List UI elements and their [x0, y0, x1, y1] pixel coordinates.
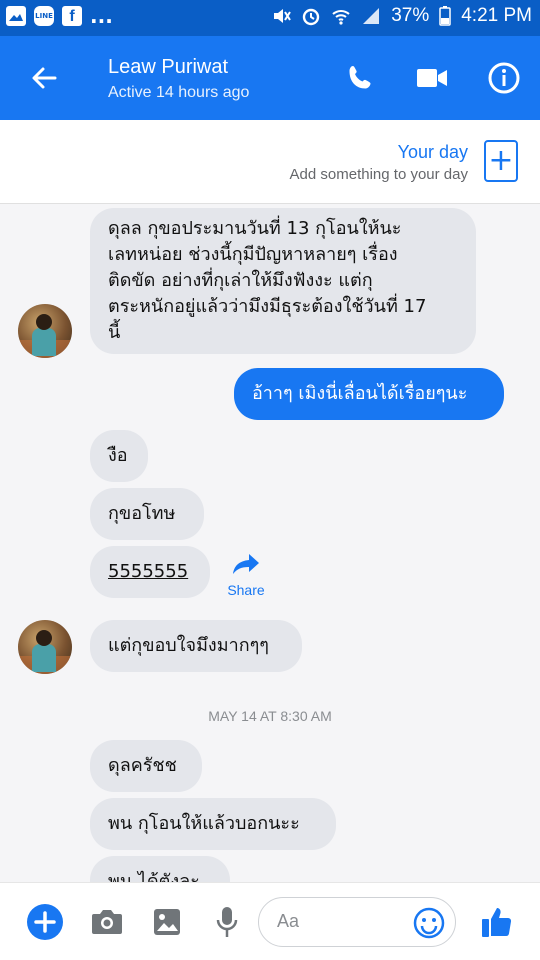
line-app-icon: LINE: [34, 6, 54, 26]
mute-icon: [274, 9, 292, 23]
message-bubble[interactable]: งือ: [90, 430, 148, 482]
phone-icon[interactable]: [342, 60, 378, 96]
your-day-banner[interactable]: Your day Add something to your day +: [0, 120, 540, 204]
share-button[interactable]: Share: [222, 552, 270, 598]
alarm-icon: [303, 8, 320, 26]
your-day-subtitle: Add something to your day: [289, 166, 468, 183]
wifi-icon: [332, 10, 350, 25]
message-bubble[interactable]: กุขอโทษ: [90, 488, 204, 540]
message-bubble[interactable]: พน กุโอนให้แล้วบอกนะะ: [90, 798, 336, 850]
message-timestamp: MAY 14 AT 8:30 AM: [208, 708, 332, 724]
battery-percent: 37%: [391, 5, 430, 26]
image-icon: [6, 6, 26, 26]
avatar[interactable]: [18, 620, 72, 674]
message-bubble[interactable]: แต่กุขอบใจมึงมากๆๆ: [90, 620, 302, 672]
message-bubble-link[interactable]: 5555555: [90, 546, 210, 598]
emoji-icon[interactable]: [413, 907, 445, 939]
message-input-placeholder: Aa: [277, 911, 300, 931]
avatar[interactable]: [18, 304, 72, 358]
active-status: Active 14 hours ago: [108, 84, 250, 101]
share-arrow-icon: [233, 554, 259, 574]
camera-icon[interactable]: [88, 903, 126, 941]
back-arrow-icon[interactable]: [28, 62, 60, 94]
message-bubble-outgoing[interactable]: อ้าาๆ เมิงนี่เลื่อนได้เรื่อยๆนะ: [234, 368, 504, 420]
message-input[interactable]: Aa: [258, 897, 456, 947]
message-bubble[interactable]: ดุลล กุขอประมานวันที่ 13 กุโอนให้นะ เลทห…: [90, 208, 476, 354]
contact-name[interactable]: Leaw Puriwat: [108, 56, 228, 79]
video-camera-icon[interactable]: [414, 60, 450, 96]
plus-circle-icon[interactable]: [26, 903, 64, 941]
your-day-title: Your day: [397, 142, 468, 162]
facebook-icon: f: [62, 6, 82, 26]
gallery-icon[interactable]: [148, 903, 186, 941]
message-bubble[interactable]: ดุลครัชช: [90, 740, 202, 792]
signal-icon: [363, 8, 380, 24]
conversation-header: Leaw Puriwat Active 14 hours ago: [0, 36, 540, 120]
thumbs-up-icon[interactable]: [478, 903, 516, 941]
share-label: Share: [227, 582, 265, 598]
status-overflow: ...: [90, 4, 113, 28]
clock-time: 4:21 PM: [461, 5, 532, 26]
microphone-icon[interactable]: [208, 903, 246, 941]
info-icon[interactable]: [486, 60, 522, 96]
battery-icon: [439, 6, 451, 26]
status-bar: LINE f ... 37% 4:21 PM: [0, 0, 540, 36]
add-to-day-button[interactable]: +: [484, 140, 518, 182]
message-composer: Aa: [0, 882, 540, 960]
